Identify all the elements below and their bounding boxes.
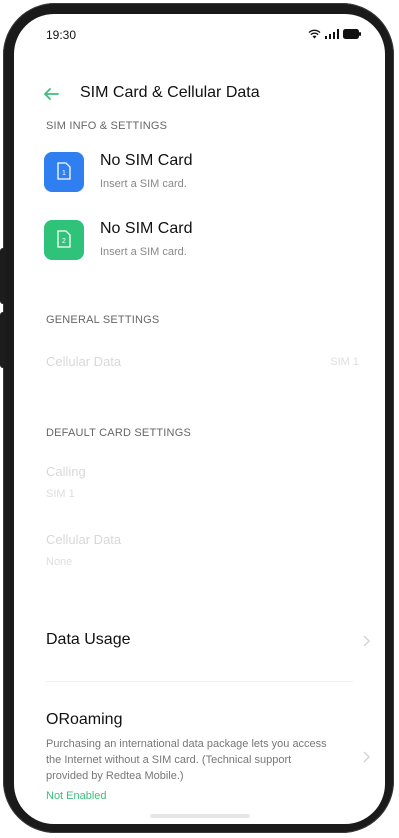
battery-icon <box>343 26 361 44</box>
phone-screen: 19:30 SIM Card & Cellular Data SIM INFO … <box>14 14 385 824</box>
oroaming-status: Not Enabled <box>46 790 107 802</box>
status-icons <box>308 26 361 44</box>
svg-text:1: 1 <box>62 170 66 177</box>
sim-2-tile: 2 <box>44 220 84 260</box>
default-cellular-data-value: None <box>46 556 73 568</box>
data-usage-label: Data Usage <box>46 631 131 648</box>
chevron-right-icon <box>363 751 371 763</box>
divider <box>46 681 353 682</box>
page-title: SIM Card & Cellular Data <box>80 84 260 101</box>
oroaming-title: ORoaming <box>46 711 123 728</box>
volume-down-button <box>0 312 6 368</box>
cellular-data-label: Cellular Data <box>46 354 122 369</box>
status-bar: 19:30 <box>14 14 385 50</box>
app-bar: SIM Card & Cellular Data <box>14 74 385 114</box>
svg-text:2: 2 <box>62 238 66 245</box>
section-header-default-card: DEFAULT CARD SETTINGS <box>46 427 191 439</box>
volume-up-button <box>0 248 6 304</box>
sim-card-icon: 1 <box>57 162 71 180</box>
signal-icon <box>325 26 339 44</box>
oroaming-description: Purchasing an international data package… <box>46 738 327 782</box>
calling-label: Calling <box>46 464 86 479</box>
sim-card-2-row[interactable]: 2 No SIM Card Insert a SIM card. <box>44 220 374 270</box>
chevron-right-icon <box>363 635 371 647</box>
section-header-general: GENERAL SETTINGS <box>46 314 160 326</box>
home-indicator <box>149 814 250 818</box>
sim-1-name: No SIM Card <box>100 152 193 169</box>
sim-1-subtitle: Insert a SIM card. <box>100 178 187 190</box>
status-time: 19:30 <box>46 28 77 42</box>
wifi-icon <box>308 26 321 44</box>
section-header-sim-info: SIM INFO & SETTINGS <box>46 120 168 132</box>
calling-value: SIM 1 <box>46 488 75 500</box>
back-arrow-icon[interactable] <box>40 84 62 104</box>
sim-2-subtitle: Insert a SIM card. <box>100 246 187 258</box>
sim-1-tile: 1 <box>44 152 84 192</box>
default-cellular-data-label: Cellular Data <box>46 532 122 547</box>
sim-card-icon: 2 <box>57 230 71 248</box>
cellular-data-value: SIM 1 <box>330 356 359 368</box>
sim-2-name: No SIM Card <box>100 220 193 237</box>
sim-card-1-row[interactable]: 1 No SIM Card Insert a SIM card. <box>44 152 374 202</box>
